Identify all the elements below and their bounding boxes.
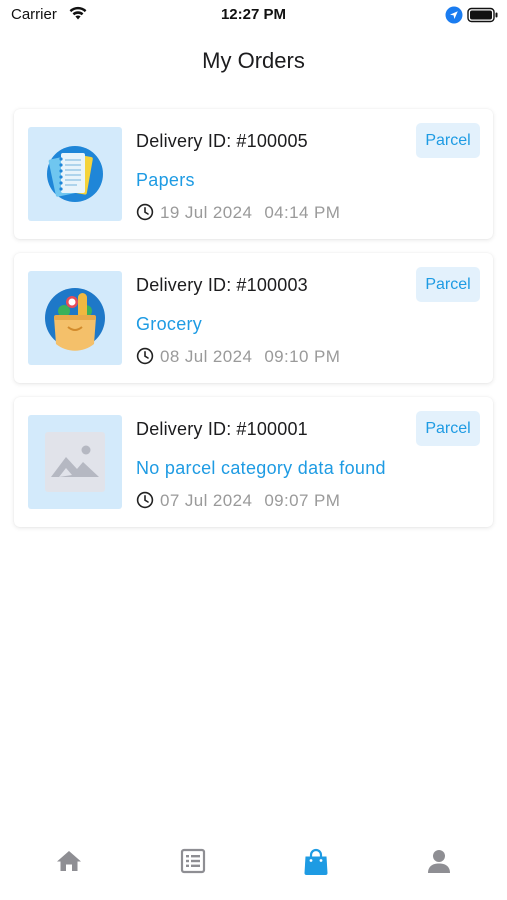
parcel-tag: Parcel <box>416 123 480 158</box>
tab-profile[interactable] <box>376 832 502 892</box>
battery-icon <box>467 7 499 28</box>
order-thumbnail <box>28 415 122 509</box>
page-title: My Orders <box>202 48 305 73</box>
order-date: 07 Jul 2024 <box>160 491 253 510</box>
order-datetime: 19 Jul 2024 04:14 PM <box>136 203 340 226</box>
order-time: 09:07 PM <box>264 491 341 510</box>
delivery-id-value: #100003 <box>236 275 308 295</box>
shopping-bag-icon <box>304 848 328 875</box>
person-icon <box>428 850 450 873</box>
location-arrow-icon <box>445 6 463 29</box>
list-icon <box>180 848 206 874</box>
order-category: Papers <box>136 170 195 190</box>
delivery-id-label: Delivery ID: <box>136 275 232 295</box>
grocery-category-icon <box>45 288 105 351</box>
order-datetime: 07 Jul 2024 09:07 PM <box>136 491 340 514</box>
clock-time: 12:27 PM <box>220 6 287 23</box>
tab-home[interactable] <box>6 832 132 892</box>
image-placeholder-icon <box>45 432 105 492</box>
tab-my-orders[interactable] <box>253 832 379 892</box>
clock-icon <box>136 491 154 514</box>
delivery-id-label: Delivery ID: <box>136 131 232 151</box>
order-time: 09:10 PM <box>264 347 341 366</box>
clock-icon <box>136 347 154 370</box>
bottom-tab-bar <box>0 832 507 892</box>
delivery-id: Delivery ID: #100001 <box>136 419 308 440</box>
status-bar: Carrier 12:27 PM <box>0 0 507 32</box>
tab-orders-list[interactable] <box>130 832 256 892</box>
parcel-tag: Parcel <box>416 267 480 302</box>
order-time: 04:14 PM <box>264 203 341 222</box>
delivery-id-label: Delivery ID: <box>136 419 232 439</box>
order-category: No parcel category data found <box>136 458 386 478</box>
order-category: Grocery <box>136 314 203 334</box>
papers-category-icon <box>47 146 103 202</box>
order-date: 08 Jul 2024 <box>160 347 253 366</box>
order-datetime: 08 Jul 2024 09:10 PM <box>136 347 340 370</box>
order-thumbnail <box>28 127 122 221</box>
delivery-id-value: #100001 <box>236 419 308 439</box>
delivery-id: Delivery ID: #100005 <box>136 131 308 152</box>
order-thumbnail <box>28 271 122 365</box>
parcel-tag: Parcel <box>416 411 480 446</box>
order-card[interactable]: Delivery ID: #100005 Papers 19 Jul 2024 04… <box>14 109 493 239</box>
delivery-id: Delivery ID: #100003 <box>136 275 308 296</box>
clock-icon <box>136 203 154 226</box>
order-date: 19 Jul 2024 <box>160 203 253 222</box>
delivery-id-value: #100005 <box>236 131 308 151</box>
home-icon <box>57 851 81 871</box>
order-card[interactable]: Delivery ID: #100001 No parcel category d… <box>14 397 493 527</box>
order-card[interactable]: Delivery ID: #100003 Grocery 08 Jul 2024 0… <box>14 253 493 383</box>
